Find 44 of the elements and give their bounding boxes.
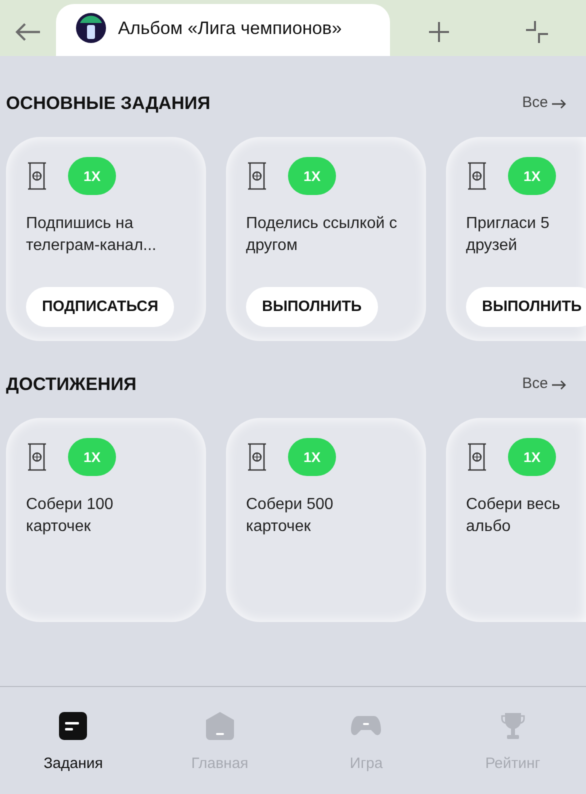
card-pack-icon xyxy=(466,161,488,191)
multiplier-badge: 1X xyxy=(68,438,116,476)
trophy-icon xyxy=(500,711,526,741)
gamepad-icon xyxy=(350,715,382,737)
card-pack-icon xyxy=(246,442,268,472)
task-text: Собери весь альбо xyxy=(466,495,562,537)
multiplier-badge: 1X xyxy=(288,157,336,195)
action-button[interactable]: ВЫПОЛНИТЬ xyxy=(466,287,586,327)
section-title: ДОСТИЖЕНИЯ xyxy=(6,373,136,396)
album-logo-icon xyxy=(76,13,106,43)
arrow-right-icon xyxy=(552,98,566,108)
task-card[interactable]: 1X Пригласи 5 друзей ВЫПОЛНИТЬ xyxy=(446,137,586,341)
tasks-icon xyxy=(59,712,88,740)
action-button[interactable]: ПОДПИСАТЬСЯ xyxy=(26,287,174,327)
task-card[interactable]: 1X Собери 100 карточек xyxy=(6,418,206,622)
nav-tab[interactable]: Задания xyxy=(0,711,146,776)
plus-icon[interactable] xyxy=(428,21,450,43)
task-card[interactable]: 1X Собери 500 карточек xyxy=(226,418,426,622)
task-card[interactable]: 1X Подпишись на телеграм-канал... ПОДПИСАТЬСЯ xyxy=(6,137,206,341)
task-text: Собери 100 карточек xyxy=(26,495,114,537)
task-text: Поделись ссылкой с другом xyxy=(246,214,398,256)
card-pack-icon xyxy=(466,442,488,472)
multiplier-badge: 1X xyxy=(288,438,336,476)
task-card[interactable]: 1X Поделись ссылкой с другом ВЫПОЛНИТЬ xyxy=(226,137,426,341)
action-button[interactable]: ВЫПОЛНИТЬ xyxy=(246,287,378,327)
multiplier-badge: 1X xyxy=(508,438,556,476)
see-all-link[interactable]: Все xyxy=(522,92,566,115)
task-text: Пригласи 5 друзей xyxy=(466,214,550,256)
multiplier-badge: 1X xyxy=(68,157,116,195)
browser-tab[interactable]: Альбом «Лига чемпионов» xyxy=(56,4,390,56)
task-text: Собери 500 карточек xyxy=(246,495,334,537)
arrow-right-icon xyxy=(552,380,566,390)
multiplier-badge: 1X xyxy=(508,157,556,195)
task-card[interactable]: 1X Собери весь альбо xyxy=(446,418,586,622)
corner-icon[interactable] xyxy=(524,20,548,44)
card-pack-icon xyxy=(26,442,48,472)
tab-title: Альбом «Лига чемпионов» xyxy=(118,16,342,40)
see-all-link[interactable]: Все xyxy=(522,373,566,396)
section-title: ОСНОВНЫЕ ЗАДАНИЯ xyxy=(6,92,210,115)
home-icon xyxy=(204,711,235,741)
card-pack-icon xyxy=(246,161,268,191)
back-arrow-icon[interactable] xyxy=(15,22,41,42)
card-pack-icon xyxy=(26,161,48,191)
task-text: Подпишись на телеграм-канал... xyxy=(26,214,158,256)
